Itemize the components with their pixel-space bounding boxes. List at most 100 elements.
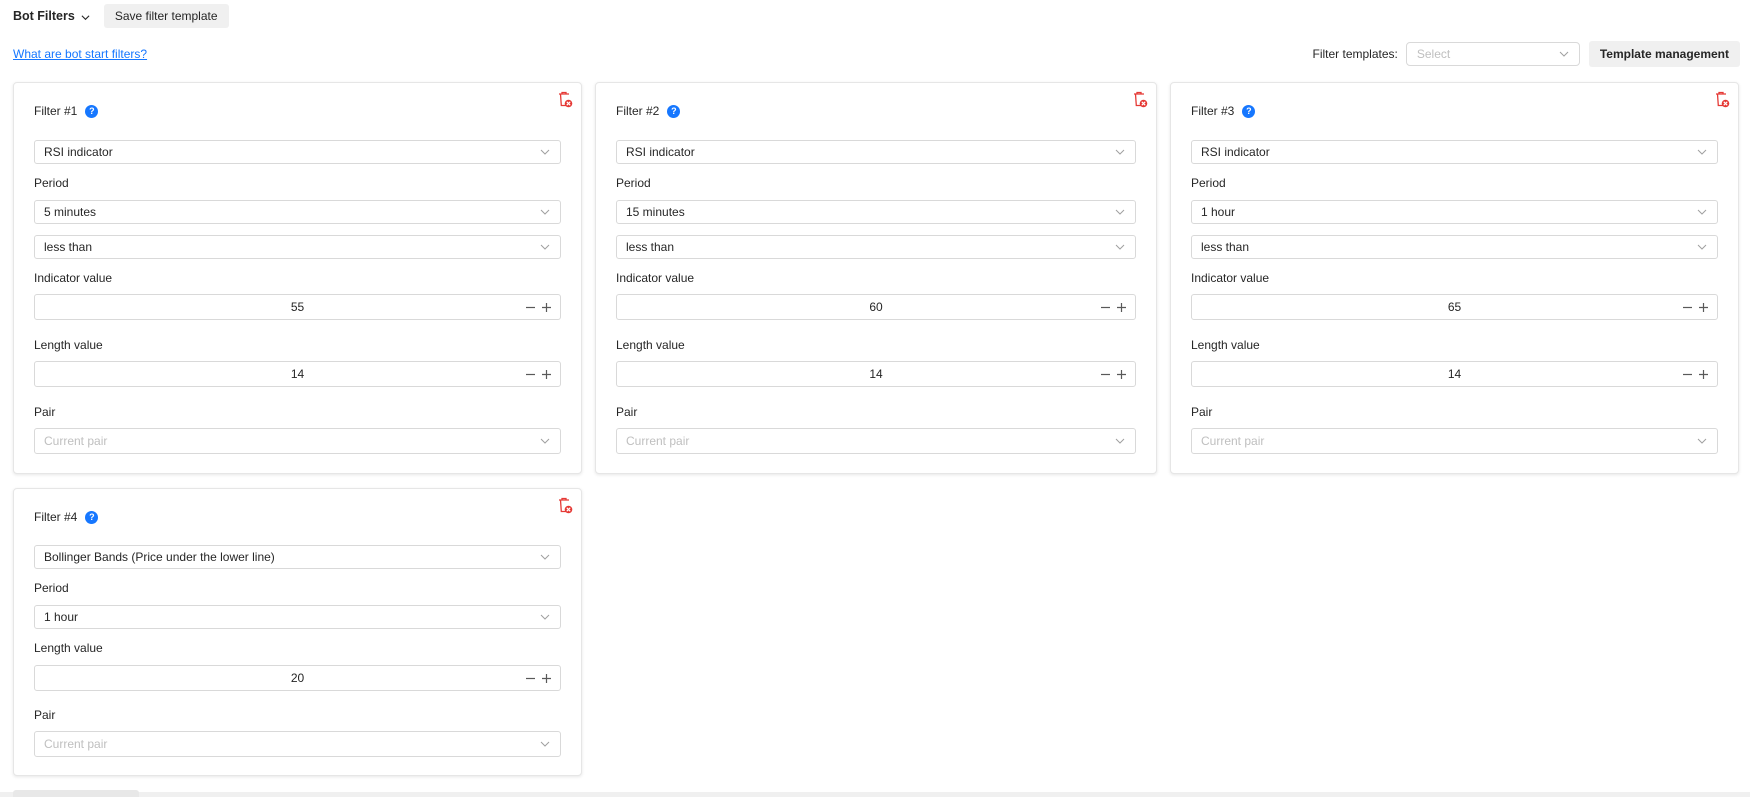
filter-templates-select[interactable]: Select: [1405, 42, 1580, 66]
filter-title-text: Filter #4: [34, 510, 78, 524]
plus-icon[interactable]: [541, 302, 552, 313]
filter-title: Filter #3 ?: [1191, 104, 1256, 118]
minus-icon[interactable]: [1100, 302, 1111, 313]
pair-select-placeholder: Current pair: [44, 737, 108, 751]
condition-select-value: less than: [44, 240, 93, 254]
filter-title: Filter #1 ?: [34, 104, 99, 118]
trash-delete-icon[interactable]: [1714, 91, 1730, 108]
condition-select-value: less than: [626, 240, 675, 254]
filter-card-4: Filter #4 ? Bollinger Bands (Price under…: [13, 488, 582, 776]
pair-select[interactable]: Current pair: [34, 428, 561, 454]
trash-delete-icon[interactable]: [1132, 91, 1148, 108]
filter-templates-area: Filter templates: Select Template manage…: [1312, 41, 1740, 67]
plus-icon[interactable]: [1698, 369, 1709, 380]
filter-title-text: Filter #1: [34, 104, 78, 118]
indicator-value: 60: [869, 300, 883, 314]
chevron-down-icon: [540, 209, 550, 215]
chevron-down-icon: [1697, 209, 1707, 215]
condition-select-value: less than: [1201, 240, 1250, 254]
indicator-select[interactable]: RSI indicator: [1191, 140, 1718, 164]
indicator-value-input[interactable]: 65: [1191, 294, 1718, 320]
condition-select[interactable]: less than: [1191, 235, 1718, 259]
plus-icon[interactable]: [1698, 302, 1709, 313]
length-value-input[interactable]: 14: [34, 361, 561, 387]
length-value-label: Length value: [616, 338, 685, 352]
length-value-label: Length value: [34, 338, 103, 352]
filter-templates-label: Filter templates:: [1312, 47, 1398, 61]
template-management-button[interactable]: Template management: [1588, 41, 1740, 67]
indicator-value-input[interactable]: 60: [616, 294, 1136, 320]
indicator-select[interactable]: Bollinger Bands (Price under the lower l…: [34, 545, 561, 569]
chevron-down-icon: [1115, 209, 1125, 215]
bot-start-filters-help-link[interactable]: What are bot start filters?: [13, 47, 147, 61]
chevron-down-icon: [1115, 438, 1125, 444]
filter-title: Filter #4 ?: [34, 510, 99, 524]
length-value: 14: [290, 367, 305, 381]
plus-icon[interactable]: [1116, 302, 1127, 313]
minus-icon[interactable]: [1682, 369, 1693, 380]
question-circle-icon[interactable]: ?: [667, 104, 681, 118]
period-select[interactable]: 1 hour: [34, 605, 561, 629]
chevron-down-icon: [1697, 438, 1707, 444]
period-select-value: 1 hour: [1201, 205, 1236, 219]
trash-delete-icon[interactable]: [557, 497, 573, 514]
minus-icon[interactable]: [525, 369, 536, 380]
question-circle-icon[interactable]: ?: [85, 510, 99, 524]
chevron-down-icon: [1559, 51, 1569, 57]
period-select[interactable]: 15 minutes: [616, 200, 1136, 224]
period-select-value: 15 minutes: [626, 205, 685, 219]
plus-icon[interactable]: [541, 673, 552, 684]
indicator-value-label: Indicator value: [34, 271, 113, 285]
pair-select-placeholder: Current pair: [1201, 434, 1265, 448]
minus-icon[interactable]: [1100, 369, 1111, 380]
save-filter-template-button[interactable]: Save filter template: [103, 4, 229, 28]
pair-select[interactable]: Current pair: [34, 731, 561, 757]
indicator-select-value: RSI indicator: [44, 145, 113, 159]
period-select[interactable]: 1 hour: [1191, 200, 1718, 224]
period-label: Period: [1191, 176, 1226, 190]
length-value: 14: [1447, 367, 1462, 381]
question-circle-icon[interactable]: ?: [85, 104, 99, 118]
condition-select[interactable]: less than: [34, 235, 561, 259]
indicator-select-value: RSI indicator: [626, 145, 695, 159]
pair-select[interactable]: Current pair: [616, 428, 1136, 454]
minus-icon[interactable]: [525, 302, 536, 313]
plus-icon[interactable]: [1116, 369, 1127, 380]
length-value: 14: [869, 367, 883, 381]
indicator-value-input[interactable]: 55: [34, 294, 561, 320]
filter-card-1: Filter #1 ? RSI indicator Period 5 minut…: [13, 82, 582, 474]
length-value-input[interactable]: 14: [616, 361, 1136, 387]
page-title: Bot Filters: [13, 9, 75, 23]
indicator-select[interactable]: RSI indicator: [34, 140, 561, 164]
header-bar: Bot Filters Save filter template: [13, 4, 229, 28]
period-label: Period: [616, 176, 651, 190]
indicator-value-label: Indicator value: [616, 271, 695, 285]
pair-label: Pair: [1191, 405, 1213, 419]
pair-label: Pair: [34, 708, 56, 722]
question-circle-icon[interactable]: ?: [1242, 104, 1256, 118]
filter-title: Filter #2 ?: [616, 104, 681, 118]
chevron-down-icon: [540, 614, 550, 620]
bottom-divider: [0, 792, 1750, 797]
minus-icon[interactable]: [1682, 302, 1693, 313]
length-value-input[interactable]: 20: [34, 665, 561, 691]
pair-select[interactable]: Current pair: [1191, 428, 1718, 454]
pair-select-placeholder: Current pair: [44, 434, 108, 448]
period-label: Period: [34, 581, 69, 595]
period-select[interactable]: 5 minutes: [34, 200, 561, 224]
indicator-select[interactable]: RSI indicator: [616, 140, 1136, 164]
minus-icon[interactable]: [525, 673, 536, 684]
pair-select-placeholder: Current pair: [626, 434, 690, 448]
length-value-label: Length value: [1191, 338, 1260, 352]
bot-filters-toggle[interactable]: Bot Filters: [13, 9, 90, 23]
trash-delete-icon[interactable]: [557, 91, 573, 108]
pair-label: Pair: [34, 405, 56, 419]
pair-label: Pair: [616, 405, 638, 419]
indicator-value-label: Indicator value: [1191, 271, 1270, 285]
plus-icon[interactable]: [541, 369, 552, 380]
length-value: 20: [290, 671, 305, 685]
filter-title-text: Filter #3: [1191, 104, 1235, 118]
condition-select[interactable]: less than: [616, 235, 1136, 259]
chevron-down-icon: [1697, 244, 1707, 250]
length-value-input[interactable]: 14: [1191, 361, 1718, 387]
